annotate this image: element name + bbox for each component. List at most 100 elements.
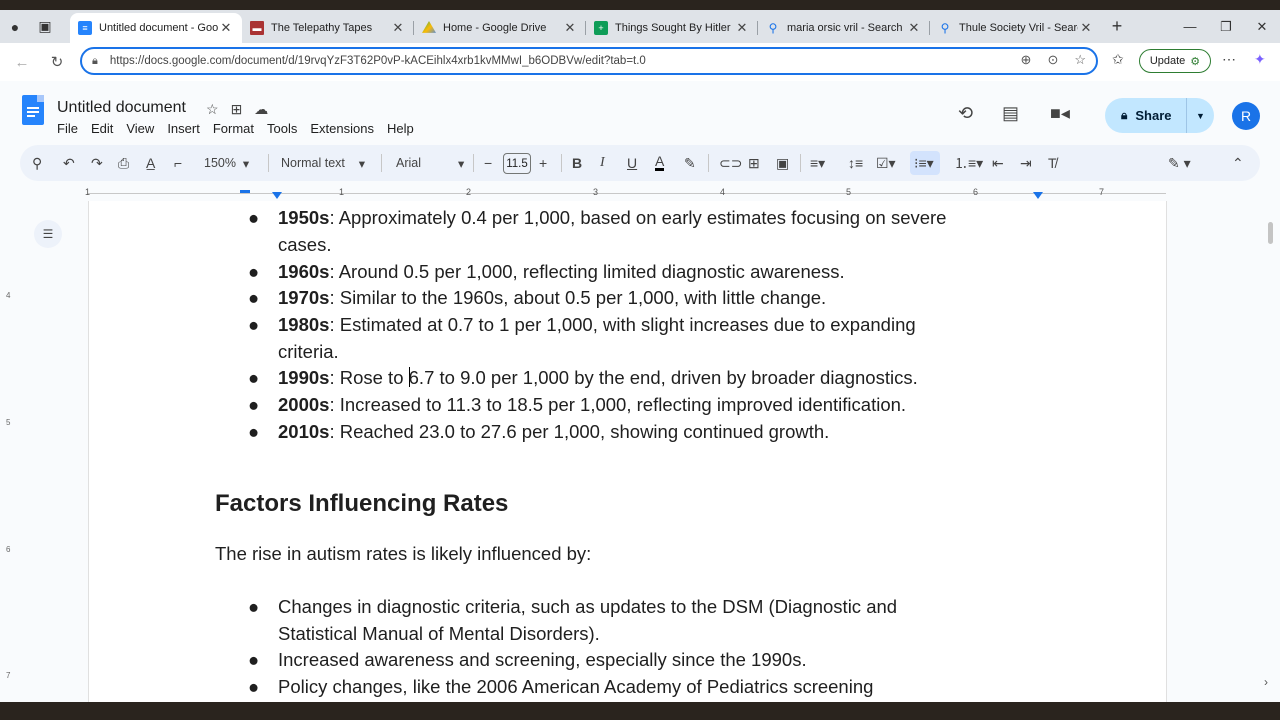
docs-logo-icon[interactable] bbox=[22, 95, 44, 125]
star-icon[interactable]: ☆ bbox=[206, 101, 219, 118]
tab-telepathy-tapes[interactable]: ▬ The Telepathy Tapes ✕ bbox=[242, 13, 414, 43]
align-icon[interactable]: ≡▾ bbox=[810, 153, 825, 173]
cloud-status-icon: ☁ bbox=[254, 101, 269, 117]
insert-image-icon[interactable]: ▣ bbox=[776, 153, 789, 173]
close-tab-icon[interactable]: ✕ bbox=[562, 20, 578, 36]
clear-formatting-icon[interactable]: T̸ bbox=[1048, 153, 1057, 173]
first-line-indent-marker[interactable] bbox=[240, 190, 250, 193]
hide-menus-icon[interactable]: ⌃ bbox=[1232, 153, 1244, 173]
close-tab-icon[interactable]: ✕ bbox=[906, 20, 922, 36]
tab-google-docs[interactable]: ≡ Untitled document - Google Docs ✕ bbox=[70, 13, 242, 43]
menu-format[interactable]: Format bbox=[213, 121, 254, 136]
minimize-icon[interactable]: — bbox=[1172, 10, 1208, 43]
back-icon[interactable]: ← bbox=[5, 47, 39, 77]
version-history-icon[interactable]: ⟲ bbox=[958, 103, 973, 124]
tab-search-orsic[interactable]: ⚲ maria orsic vril - Search ✕ bbox=[758, 13, 930, 43]
ruler-number: 5 bbox=[846, 187, 852, 197]
tab-title: maria orsic vril - Search bbox=[787, 22, 903, 34]
document-title[interactable]: Untitled document bbox=[57, 99, 186, 117]
tab-google-sheets[interactable]: + Things Sought By Hitler - Google Sheet… bbox=[586, 13, 758, 43]
close-window-icon[interactable]: ✕ bbox=[1244, 10, 1280, 43]
copilot-icon[interactable]: ✦ bbox=[1254, 51, 1266, 68]
document-outline-icon[interactable]: ☰ bbox=[34, 220, 62, 248]
redo-icon[interactable]: ↷ bbox=[91, 153, 103, 173]
share-button[interactable]: 🔒︎ Share ▼ bbox=[1105, 98, 1214, 133]
tab-title: Thule Society Vril - Search Images bbox=[959, 22, 1078, 34]
ruler-number: 4 bbox=[6, 291, 11, 300]
new-tab-button[interactable]: + bbox=[1102, 10, 1132, 43]
menu-file[interactable]: File bbox=[57, 121, 78, 136]
drive-icon bbox=[422, 21, 436, 33]
menu-edit[interactable]: Edit bbox=[91, 121, 113, 136]
line-spacing-icon[interactable]: ↕≡ bbox=[848, 153, 863, 173]
highlight-icon[interactable]: ✎ bbox=[684, 153, 696, 173]
close-tab-icon[interactable]: ✕ bbox=[1078, 20, 1094, 36]
section-heading[interactable]: Factors Influencing Rates bbox=[215, 490, 508, 518]
scroll-right-icon[interactable]: › bbox=[1264, 675, 1268, 689]
text-color-icon[interactable]: A bbox=[655, 153, 665, 171]
restore-icon[interactable]: ❐ bbox=[1208, 10, 1244, 43]
zoom-icon[interactable]: ⊕ bbox=[1021, 52, 1032, 68]
intro-paragraph[interactable]: The rise in autism rates is likely influ… bbox=[215, 543, 591, 565]
browser-window: ● ▣ ≡ Untitled document - Google Docs ✕ … bbox=[0, 10, 1280, 702]
tab-google-drive[interactable]: Home - Google Drive ✕ bbox=[414, 13, 586, 43]
style-select[interactable]: Normal text ▾ bbox=[281, 153, 365, 173]
insert-link-icon[interactable]: ⊂⊃ bbox=[719, 153, 742, 173]
tab-actions-icon[interactable]: ▣ bbox=[30, 10, 60, 43]
reload-icon[interactable]: ↻ bbox=[40, 47, 74, 77]
menu-tools[interactable]: Tools bbox=[267, 121, 297, 136]
checklist-icon[interactable]: ☑▾ bbox=[876, 153, 896, 173]
editing-mode-icon[interactable]: ✎ ▾ bbox=[1168, 153, 1191, 173]
print-icon[interactable]: ⎙ bbox=[118, 153, 129, 173]
add-comment-icon[interactable]: ⊞ bbox=[748, 153, 760, 173]
left-indent-marker[interactable] bbox=[272, 192, 282, 199]
underline-icon[interactable]: U bbox=[627, 153, 637, 173]
menu-view[interactable]: View bbox=[126, 121, 154, 136]
favorite-star-icon[interactable]: ☆ bbox=[1074, 52, 1086, 68]
move-folder-icon[interactable]: ⊞ bbox=[231, 101, 243, 118]
update-icon: ⚙ bbox=[1190, 55, 1201, 68]
increase-font-size-icon[interactable]: + bbox=[539, 153, 547, 173]
paint-format-icon[interactable]: ⌐ bbox=[174, 153, 182, 173]
search-menus-icon[interactable]: ⚲ bbox=[32, 153, 42, 173]
style-value: Normal text bbox=[281, 156, 345, 170]
ruler-number: 4 bbox=[720, 187, 726, 197]
share-dropdown-icon[interactable]: ▼ bbox=[1186, 98, 1214, 133]
decrease-font-size-icon[interactable]: − bbox=[484, 153, 492, 173]
reading-mode-icon[interactable]: ⊙ bbox=[1047, 52, 1058, 68]
bulleted-list-icon[interactable]: ⁝≡▾ bbox=[914, 153, 934, 173]
url-input[interactable]: 🔒︎ https://docs.google.com/document/d/19… bbox=[80, 47, 1098, 75]
close-tab-icon[interactable]: ✕ bbox=[390, 20, 406, 36]
menu-extensions[interactable]: Extensions bbox=[310, 121, 374, 136]
close-tab-icon[interactable]: ✕ bbox=[218, 20, 234, 36]
site-info-icon[interactable]: 🔒︎ bbox=[92, 55, 98, 68]
italic-icon[interactable]: I bbox=[600, 153, 605, 173]
menu-help[interactable]: Help bbox=[387, 121, 414, 136]
zoom-select[interactable]: 150% ▾ bbox=[204, 153, 249, 173]
comments-icon[interactable]: ▤ bbox=[1002, 103, 1019, 124]
spellcheck-icon[interactable]: A̲ bbox=[146, 153, 155, 173]
more-menu-icon[interactable]: ⋯ bbox=[1222, 51, 1236, 68]
avatar[interactable]: R bbox=[1232, 102, 1260, 130]
horizontal-ruler[interactable]: 1 1 2 3 4 5 6 7 bbox=[0, 181, 1280, 201]
font-size-input[interactable]: 11.5 bbox=[503, 153, 531, 174]
update-button[interactable]: Update ⚙ bbox=[1139, 49, 1211, 73]
decrease-indent-icon[interactable]: ⇤ bbox=[992, 153, 1004, 173]
meet-icon[interactable]: ■◂ bbox=[1050, 103, 1070, 124]
bold-icon[interactable]: B bbox=[572, 153, 582, 173]
numbered-list-icon[interactable]: ⒈≡▾ bbox=[954, 153, 983, 173]
tab-title: Home - Google Drive bbox=[443, 22, 547, 34]
menu-insert[interactable]: Insert bbox=[167, 121, 200, 136]
undo-icon[interactable]: ↶ bbox=[63, 153, 75, 173]
scrollbar-thumb[interactable] bbox=[1268, 222, 1273, 244]
ruler-number: 6 bbox=[6, 545, 11, 554]
tab-search-thule[interactable]: ⚲ Thule Society Vril - Search Images ✕ bbox=[930, 13, 1102, 43]
font-select[interactable]: Arial ▾ bbox=[396, 153, 464, 173]
favorites-icon[interactable]: ✩ bbox=[1112, 51, 1124, 68]
ruler-number: 7 bbox=[6, 671, 11, 680]
docs-icon: ≡ bbox=[78, 21, 92, 35]
close-tab-icon[interactable]: ✕ bbox=[734, 20, 750, 36]
increase-indent-icon[interactable]: ⇥ bbox=[1020, 153, 1032, 173]
right-indent-marker[interactable] bbox=[1033, 192, 1043, 199]
profile-icon[interactable]: ● bbox=[0, 10, 30, 43]
